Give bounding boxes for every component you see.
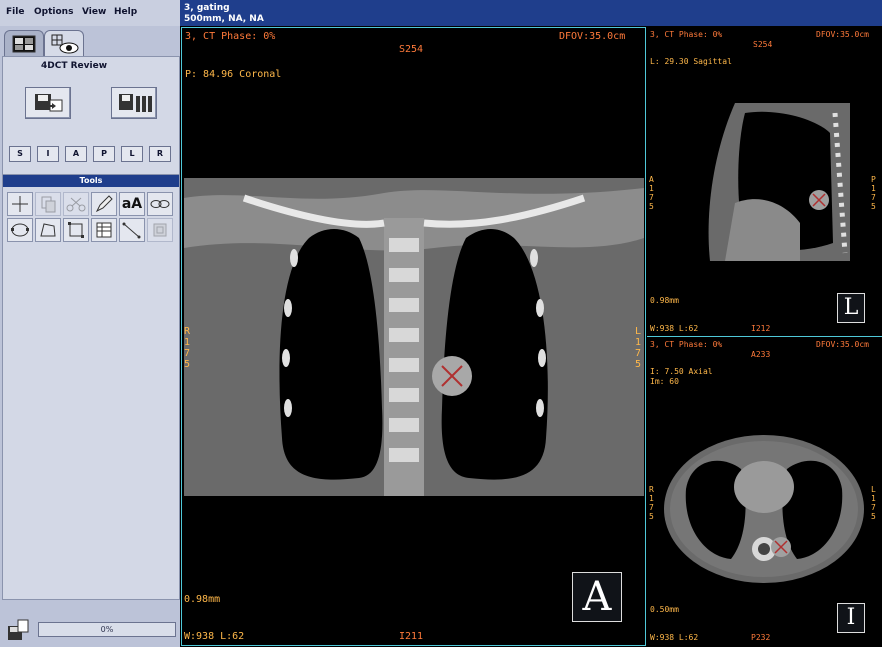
menu-bar: File Options View Help: [0, 0, 180, 27]
scissors-icon: [66, 197, 86, 212]
orient-p-button[interactable]: P: [93, 146, 115, 162]
sagittal-series-label: 3, CT Phase: 0%: [650, 30, 723, 39]
layers-icon: [153, 223, 167, 237]
orient-r-button[interactable]: R: [149, 146, 171, 162]
link-icon: [150, 200, 170, 208]
sagittal-viewport[interactable]: 3, CT Phase: 0% S254 DFOV:35.0cm L: 29.3…: [647, 27, 882, 335]
progress-bar: 0%: [38, 622, 176, 637]
axial-dfov-label: DFOV:35.0cm: [816, 340, 869, 349]
axial-image-index: Im: 60: [650, 377, 679, 386]
orient-i-button[interactable]: I: [37, 146, 59, 162]
crosshair-icon: [12, 196, 28, 212]
pen-icon: [95, 195, 113, 213]
axial-series-label: 3, CT Phase: 0%: [650, 340, 723, 349]
sagittal-left-orientation: A1 75: [649, 175, 654, 211]
menu-help[interactable]: Help: [114, 7, 137, 17]
orient-s-button[interactable]: S: [9, 146, 31, 162]
rect-roi-tool[interactable]: [63, 218, 89, 242]
axial-position-label: I: 7.50 Axial: [650, 367, 713, 376]
ellipse-roi-icon: [11, 223, 29, 237]
sagittal-window-label: W:938 L:62: [650, 324, 699, 333]
crosshair-tool[interactable]: [7, 192, 33, 216]
tools-title: Tools: [3, 175, 179, 187]
axial-ct-image: [664, 435, 864, 583]
sagittal-slice-label: S254: [753, 40, 773, 49]
coronal-right-orientation: L1 75: [635, 326, 642, 370]
axial-window-label: W:938 L:62: [650, 633, 699, 642]
menu-file[interactable]: File: [6, 7, 24, 17]
axial-viewport[interactable]: 3, CT Phase: 0% A233 DFOV:35.0cm I: 7.50…: [647, 336, 882, 647]
polygon-roi-icon: [40, 223, 56, 237]
monitor-grid-icon: [12, 35, 36, 53]
series-title: 3, gating: [184, 3, 230, 13]
menu-view[interactable]: View: [82, 7, 106, 17]
save-series-icon: [119, 94, 152, 112]
sagittal-scale-label: 0.98mm: [650, 296, 679, 305]
tools-panel: Tools aA: [2, 174, 180, 600]
coronal-dfov-label: DFOV:35.0cm: [559, 31, 626, 42]
series-details: 500mm, NA, NA: [184, 14, 264, 24]
coronal-image-number: I211: [399, 631, 424, 642]
axial-right-orientation: L1 75: [871, 485, 876, 521]
layers-tool[interactable]: [147, 218, 173, 242]
coronal-viewport[interactable]: 3, CT Phase: 0% S254 DFOV:35.0cm P: 84.9…: [181, 27, 646, 646]
axial-scale-label: 0.50mm: [650, 605, 679, 614]
copy-tool[interactable]: [35, 192, 61, 216]
coronal-window-label: W:938 L:62: [184, 631, 245, 642]
review-title: 4DCT Review: [41, 61, 108, 71]
cut-tool[interactable]: [63, 192, 89, 216]
axial-left-orientation: R1 75: [649, 485, 654, 521]
text-tool[interactable]: aA: [119, 192, 145, 216]
sagittal-dfov-label: DFOV:35.0cm: [816, 30, 869, 39]
coronal-left-orientation: R1 75: [184, 326, 191, 370]
sagittal-position-label: L: 29.30 Sagittal: [650, 57, 732, 66]
ellipse-roi-tool[interactable]: [7, 218, 33, 242]
orient-l-button[interactable]: L: [121, 146, 143, 162]
link-tool[interactable]: [147, 192, 173, 216]
save-image-icon: [35, 94, 63, 112]
save-image-button[interactable]: [25, 87, 71, 119]
tab-monitor[interactable]: [4, 30, 44, 57]
coronal-orientation-letter: A: [572, 572, 622, 622]
measure-icon: [122, 222, 141, 239]
status-row: 0%: [0, 616, 180, 647]
axial-orientation-letter: I: [837, 603, 865, 633]
eye-grid-icon: [51, 34, 79, 54]
axial-slice-label: A233: [751, 350, 771, 359]
coronal-series-label: 3, CT Phase: 0%: [185, 31, 276, 42]
save-series-button[interactable]: [111, 87, 157, 119]
coronal-slice-label: S254: [399, 44, 424, 55]
sagittal-right-orientation: P1 75: [871, 175, 876, 211]
sagittal-orientation-letter: L: [837, 293, 865, 323]
coronal-position-label: P: 84.96 Coronal: [185, 69, 282, 80]
left-panel: 4DCT Review S I A P L R Tools aA 0%: [0, 26, 180, 647]
copy-icon: [41, 196, 56, 213]
axial-image-number: P232: [751, 633, 771, 642]
export-icon[interactable]: [6, 618, 32, 642]
table-icon: [96, 222, 112, 238]
sagittal-image-number: I212: [751, 324, 771, 333]
coronal-ct-image: [184, 178, 644, 496]
table-tool[interactable]: [91, 218, 117, 242]
series-info-header: 3, gating 500mm, NA, NA: [180, 0, 882, 26]
tab-review[interactable]: [44, 30, 84, 57]
pen-tool[interactable]: [91, 192, 117, 216]
coronal-scale-label: 0.98mm: [184, 594, 221, 605]
sagittal-ct-image: [705, 103, 853, 261]
polygon-roi-tool[interactable]: [35, 218, 61, 242]
measure-tool[interactable]: [119, 218, 145, 242]
menu-options[interactable]: Options: [34, 7, 73, 17]
rect-roi-icon: [68, 222, 84, 238]
orient-a-button[interactable]: A: [65, 146, 87, 162]
